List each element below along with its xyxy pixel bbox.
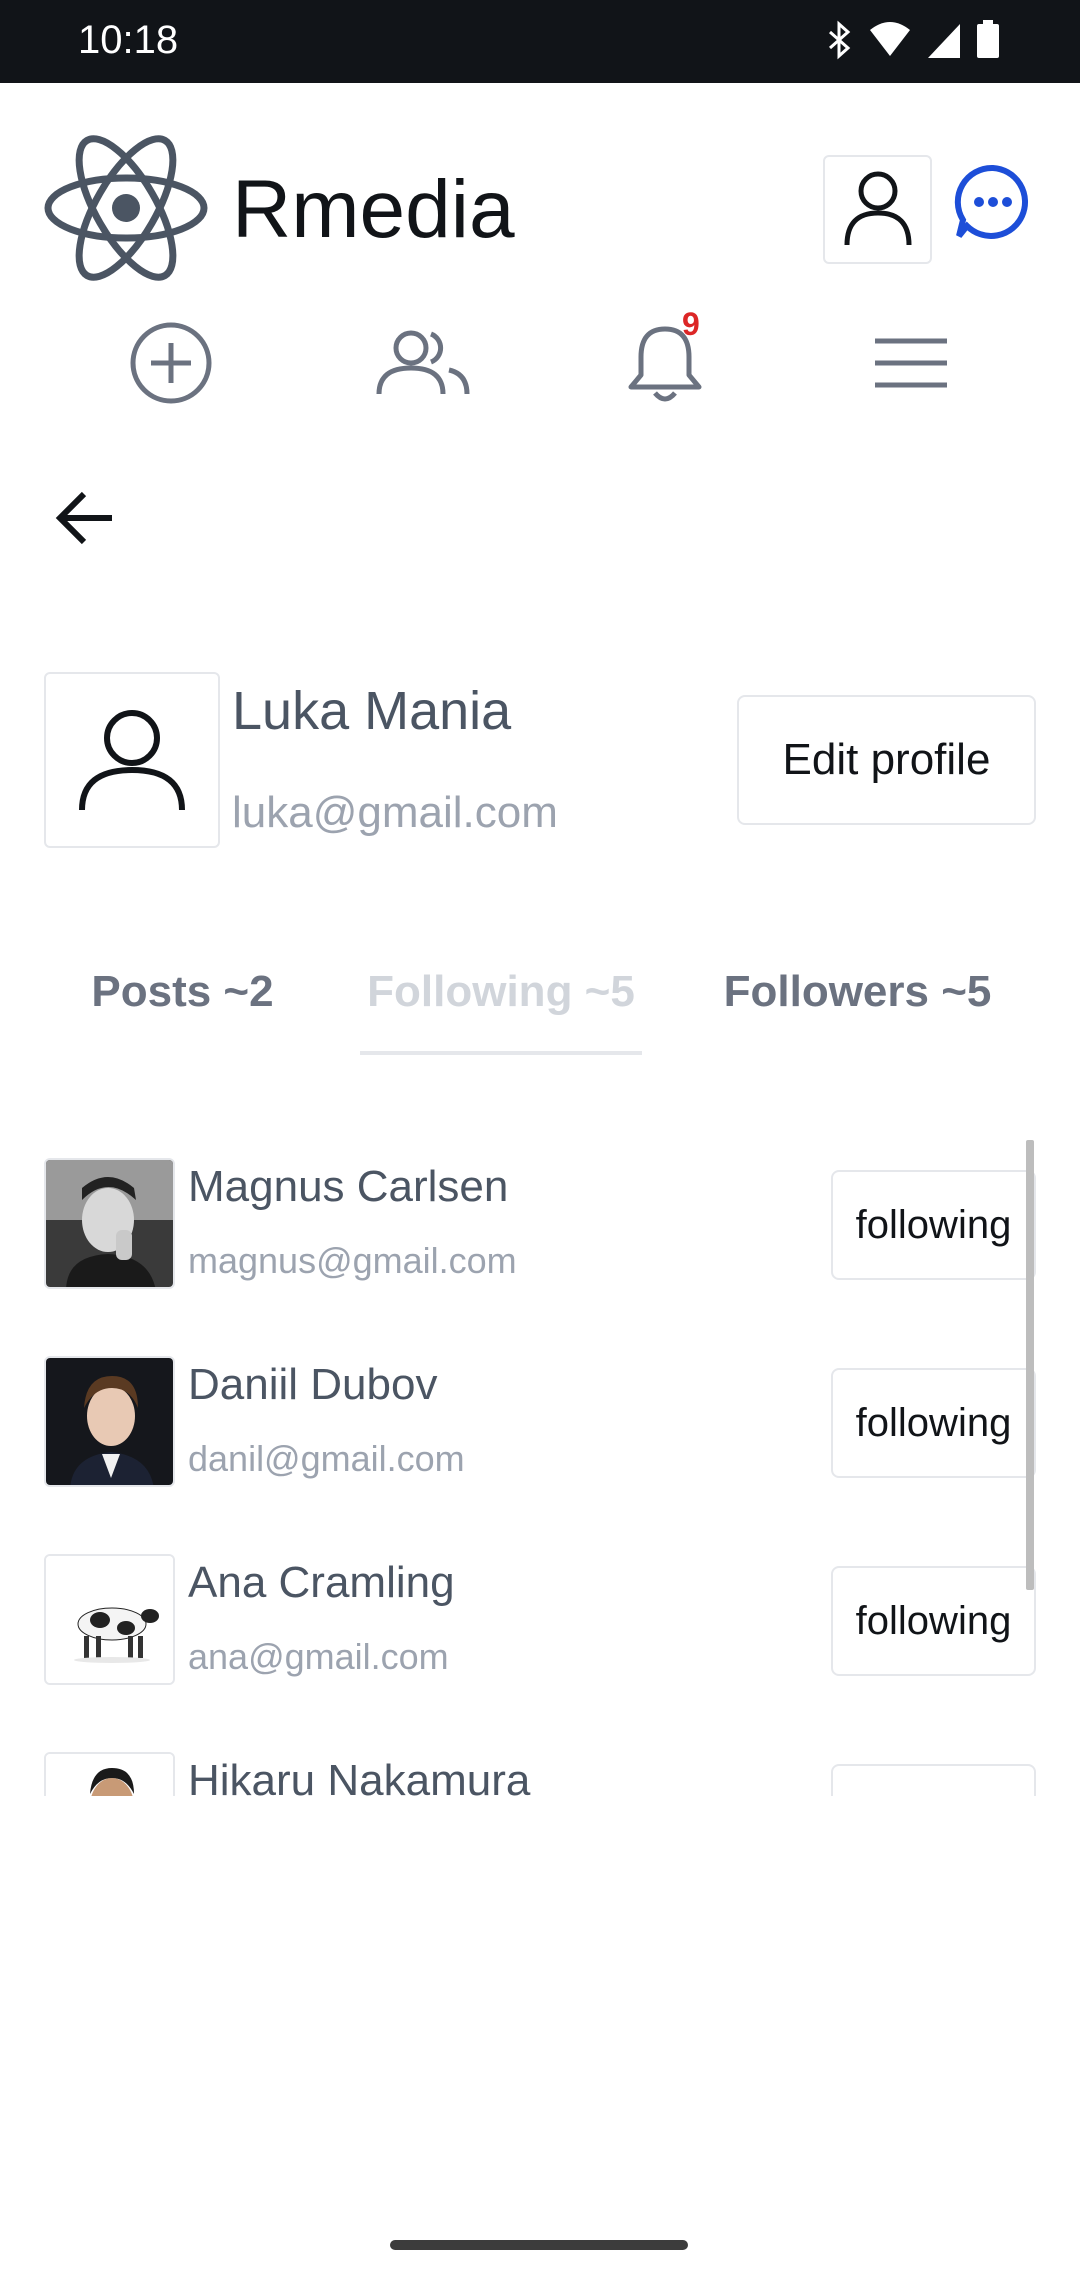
cellular-icon [926, 20, 962, 65]
profile-email: luka@gmail.com [232, 788, 558, 837]
messages-button[interactable] [952, 163, 1034, 245]
avatar [44, 1356, 175, 1487]
app-title: Rmedia [232, 164, 515, 255]
tab-followers[interactable]: Followers ~5 [715, 955, 1000, 1055]
profile-tabs: Posts ~2 Following ~5 Followers ~5 [0, 955, 1080, 1055]
menu-button[interactable] [856, 310, 966, 420]
nav-row: 9 [0, 306, 1080, 420]
profile-avatar [44, 672, 220, 848]
user-name: Ana Cramling [188, 1558, 455, 1607]
user-name: Magnus Carlsen [188, 1162, 509, 1211]
home-indicator[interactable] [390, 2240, 688, 2250]
edit-profile-button[interactable]: Edit profile [737, 695, 1036, 825]
notification-count-badge: 9 [682, 306, 700, 342]
list-item[interactable]: Hikaru Nakamura [0, 1734, 1040, 1796]
react-logo-icon[interactable] [42, 133, 210, 283]
wifi-icon [868, 20, 912, 65]
list-item[interactable]: Magnus Carlsen magnus@gmail.com followin… [0, 1140, 1040, 1289]
status-icons [824, 19, 1000, 65]
app-header: Rmedia [0, 83, 1080, 283]
status-time: 10:18 [78, 18, 179, 62]
hamburger-menu-icon [871, 335, 951, 396]
user-name: Hikaru Nakamura [188, 1756, 531, 1796]
avatar [44, 1158, 175, 1289]
notifications-button[interactable] [610, 310, 720, 420]
bluetooth-icon [824, 20, 854, 65]
tab-following[interactable]: Following ~5 [360, 955, 642, 1055]
chat-bubble-icon [953, 162, 1033, 247]
user-email: magnus@gmail.com [188, 1240, 517, 1281]
status-bar: 10:18 [0, 0, 1080, 83]
friends-button[interactable] [368, 310, 478, 420]
arrow-left-icon [54, 490, 116, 551]
users-icon [373, 328, 473, 403]
plus-circle-icon [129, 321, 213, 410]
list-item[interactable]: Daniil Dubov danil@gmail.com following [0, 1338, 1040, 1487]
scrollbar[interactable] [1026, 1140, 1034, 1590]
following-list[interactable]: Magnus Carlsen magnus@gmail.com followin… [0, 1140, 1080, 1796]
profile-name: Luka Mania [232, 681, 512, 741]
profile-button[interactable] [823, 155, 932, 264]
user-email: danil@gmail.com [188, 1438, 465, 1479]
following-button[interactable]: following [831, 1368, 1036, 1478]
following-button[interactable]: following [831, 1170, 1036, 1280]
back-button[interactable] [50, 485, 120, 555]
avatar [44, 1752, 175, 1796]
following-button[interactable] [831, 1764, 1036, 1796]
add-post-button[interactable] [116, 310, 226, 420]
avatar [44, 1554, 175, 1685]
following-button[interactable]: following [831, 1566, 1036, 1676]
battery-icon [976, 19, 1000, 65]
user-email: ana@gmail.com [188, 1636, 449, 1677]
list-item[interactable]: Ana Cramling ana@gmail.com following [0, 1536, 1040, 1685]
user-icon [843, 167, 913, 252]
tab-posts[interactable]: Posts ~2 [80, 955, 285, 1055]
user-icon [76, 702, 188, 819]
user-name: Daniil Dubov [188, 1360, 438, 1409]
